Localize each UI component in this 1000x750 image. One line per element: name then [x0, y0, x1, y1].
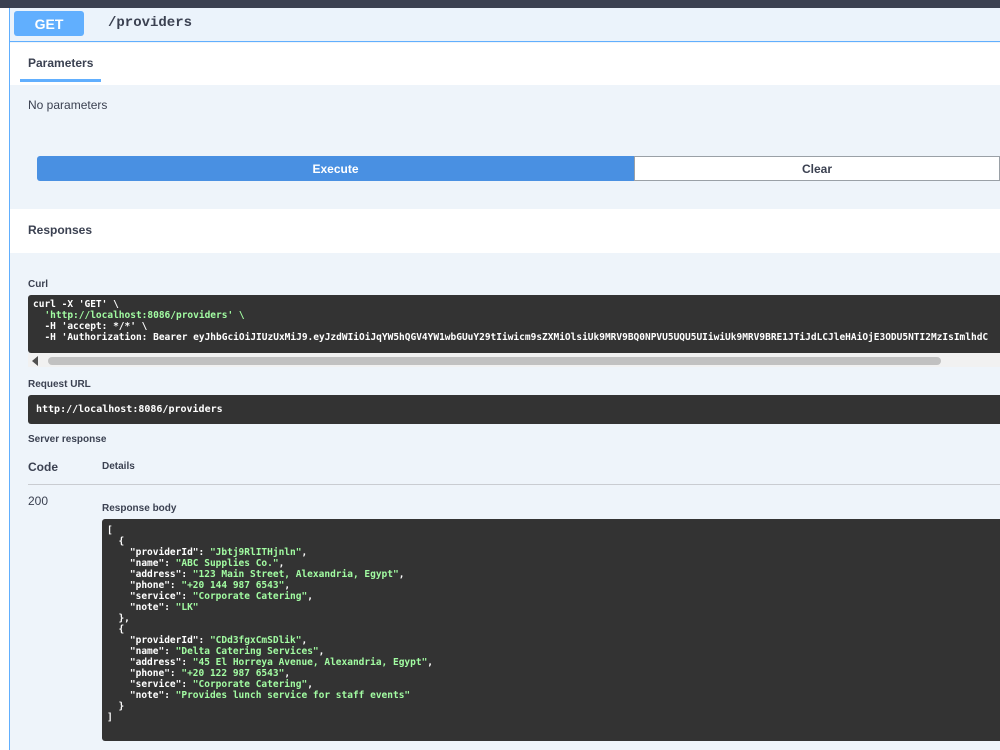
json-string: "LK"	[175, 602, 199, 613]
json-line: ]	[107, 712, 113, 723]
json-line: },	[107, 613, 130, 624]
response-body-label: Response body	[102, 503, 177, 514]
endpoint-path[interactable]: /providers	[108, 15, 192, 31]
response-status-code: 200	[28, 494, 49, 508]
json-line: {	[107, 536, 125, 547]
json-string: "123 Main Street, Alexandria, Egypt"	[192, 569, 399, 580]
json-line: }	[107, 701, 125, 712]
no-parameters-text: No parameters	[28, 98, 108, 112]
json-string: "Corporate Catering"	[192, 679, 308, 690]
response-body-block[interactable]: [ { "providerId": "Jbtj9RlITHjnln", "nam…	[102, 519, 1000, 741]
json-string: "+20 122 987 6543"	[181, 668, 285, 679]
parameters-header	[10, 43, 1000, 85]
json-line: "note": "Provides lunch service for staf…	[107, 690, 411, 701]
http-method-badge[interactable]: GET	[14, 11, 84, 36]
details-column-header: Details	[102, 461, 135, 472]
responses-title: Responses	[28, 223, 93, 237]
curl-label: Curl	[28, 279, 48, 290]
json-line: "note": "LK"	[107, 602, 199, 613]
json-line: "phone": "+20 122 987 6543",	[107, 668, 291, 679]
json-line: "providerId": "CDd3fgxCmSDlik",	[107, 635, 308, 646]
top-bar	[0, 0, 1000, 8]
json-string: "+20 144 987 6543"	[181, 580, 285, 591]
clear-button[interactable]: Clear	[634, 156, 1000, 181]
scroll-left-arrow-icon[interactable]	[32, 356, 38, 366]
json-string: "ABC Supplies Co."	[175, 558, 279, 569]
scrollbar-thumb[interactable]	[48, 357, 941, 365]
request-url-value: http://localhost:8086/providers	[36, 404, 223, 415]
json-line: "service": "Corporate Catering",	[107, 591, 313, 602]
json-line: {	[107, 624, 125, 635]
json-string: "Provides lunch service for staff events…	[175, 690, 411, 701]
json-string: "Delta Catering Services"	[175, 646, 319, 657]
json-line: "name": "Delta Catering Services",	[107, 646, 325, 657]
server-response-label: Server response	[28, 434, 107, 445]
json-string: "45 El Horreya Avenue, Alexandria, Egypt…	[192, 657, 428, 668]
responses-header	[10, 209, 1000, 253]
json-line: "address": "123 Main Street, Alexandria,…	[107, 569, 405, 580]
tab-parameters[interactable]: Parameters	[28, 56, 93, 70]
curl-line: curl -X 'GET' \	[33, 299, 119, 310]
operation-border	[9, 8, 10, 750]
json-line: "providerId": "Jbtj9RlITHjnln",	[107, 547, 308, 558]
curl-line: -H 'accept: */*' \	[33, 321, 148, 332]
json-line: "phone": "+20 144 987 6543",	[107, 580, 291, 591]
curl-line: -H 'Authorization: Bearer eyJhbGciOiJIUz…	[33, 332, 989, 343]
code-column-header: Code	[28, 460, 58, 474]
json-line: "address": "45 El Horreya Avenue, Alexan…	[107, 657, 434, 668]
curl-code-block[interactable]: curl -X 'GET' \ 'http://localhost:8086/p…	[28, 295, 1000, 353]
request-url-block[interactable]: http://localhost:8086/providers	[28, 395, 1000, 424]
request-url-label: Request URL	[28, 379, 91, 390]
json-string: "Corporate Catering"	[192, 591, 308, 602]
json-string: "CDd3fgxCmSDlik"	[209, 635, 302, 646]
json-string: "Jbtj9RlITHjnln"	[209, 547, 302, 558]
json-line: "service": "Corporate Catering",	[107, 679, 313, 690]
execute-button[interactable]: Execute	[37, 156, 634, 181]
response-table-divider	[28, 484, 1000, 485]
json-line: "name": "ABC Supplies Co.",	[107, 558, 285, 569]
tab-underline	[20, 79, 101, 82]
json-line: [	[107, 525, 113, 536]
curl-line: 'http://localhost:8086/providers' \	[33, 310, 245, 321]
